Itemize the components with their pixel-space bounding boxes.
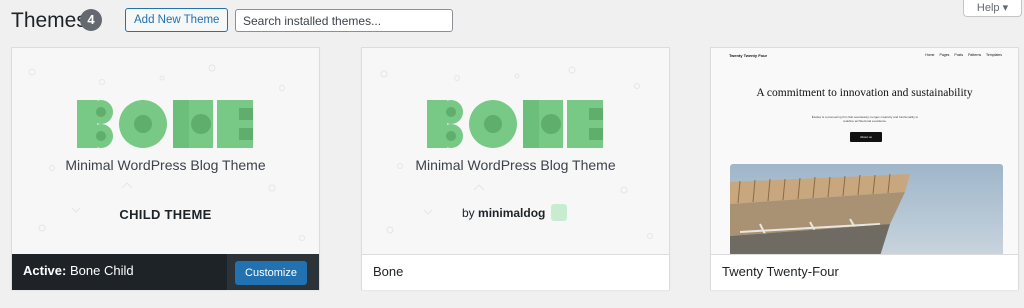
customize-container: Customize (227, 254, 319, 290)
byline-prefix: by (462, 206, 475, 220)
tt4-site-title: Twenty Twenty Four (729, 53, 768, 58)
theme-name: Active: Bone Child (23, 263, 134, 278)
theme-info-bar: Active: Bone Child Customize (12, 254, 319, 290)
theme-screenshot[interactable]: Minimal WordPress Blog Theme by minimald… (362, 48, 669, 254)
child-theme-label: CHILD THEME (119, 207, 212, 222)
customize-button[interactable]: Customize (235, 261, 307, 285)
tt4-cta-button: About us (850, 132, 882, 142)
background-pattern (380, 66, 653, 239)
theme-byline: by minimaldog (462, 206, 545, 220)
tt4-preview: Twenty Twenty Four Home Pages Posts Patt… (711, 48, 1018, 254)
add-new-theme-button[interactable]: Add New Theme (125, 8, 229, 32)
help-tab-button[interactable]: Help ▾ (963, 0, 1022, 17)
active-prefix: Active: (23, 263, 67, 278)
theme-name: Twenty Twenty-Four (722, 264, 839, 279)
bone-logo (77, 100, 253, 148)
tt4-hero-image (730, 164, 1003, 254)
theme-card-twenty-twenty-four[interactable]: Twenty Twenty Four Home Pages Posts Patt… (710, 47, 1019, 290)
active-theme-name: Bone Child (69, 263, 134, 278)
tt4-body-text: Études is a pioneering firm that seamles… (811, 115, 919, 123)
search-themes-input[interactable] (235, 9, 453, 32)
theme-screenshot[interactable]: Twenty Twenty Four Home Pages Posts Patt… (711, 48, 1018, 254)
theme-name: Bone (373, 264, 404, 279)
tt4-headline: A commitment to innovation and sustainab… (756, 87, 973, 99)
theme-card-bone[interactable]: Minimal WordPress Blog Theme by minimald… (361, 47, 670, 290)
tt4-nav-menu: Home Pages Posts Patterns Templates (925, 53, 1002, 57)
page-title: Themes (11, 9, 87, 32)
theme-info-bar: Twenty Twenty-Four (711, 254, 1018, 290)
background-pattern (28, 64, 305, 241)
theme-card-bone-child[interactable]: Minimal WordPress Blog Theme CHILD THEME… (11, 47, 320, 290)
theme-tagline: Minimal WordPress Blog Theme (65, 157, 266, 173)
theme-info-bar: Bone (362, 254, 669, 290)
minimaldog-logo-icon (551, 204, 567, 221)
theme-screenshot[interactable]: Minimal WordPress Blog Theme CHILD THEME (12, 48, 319, 254)
theme-count-badge: 4 (80, 9, 102, 31)
building-illustration (730, 173, 910, 254)
theme-tagline: Minimal WordPress Blog Theme (415, 157, 616, 173)
bone-logo (427, 100, 603, 148)
byline-author: minimaldog (478, 206, 546, 220)
